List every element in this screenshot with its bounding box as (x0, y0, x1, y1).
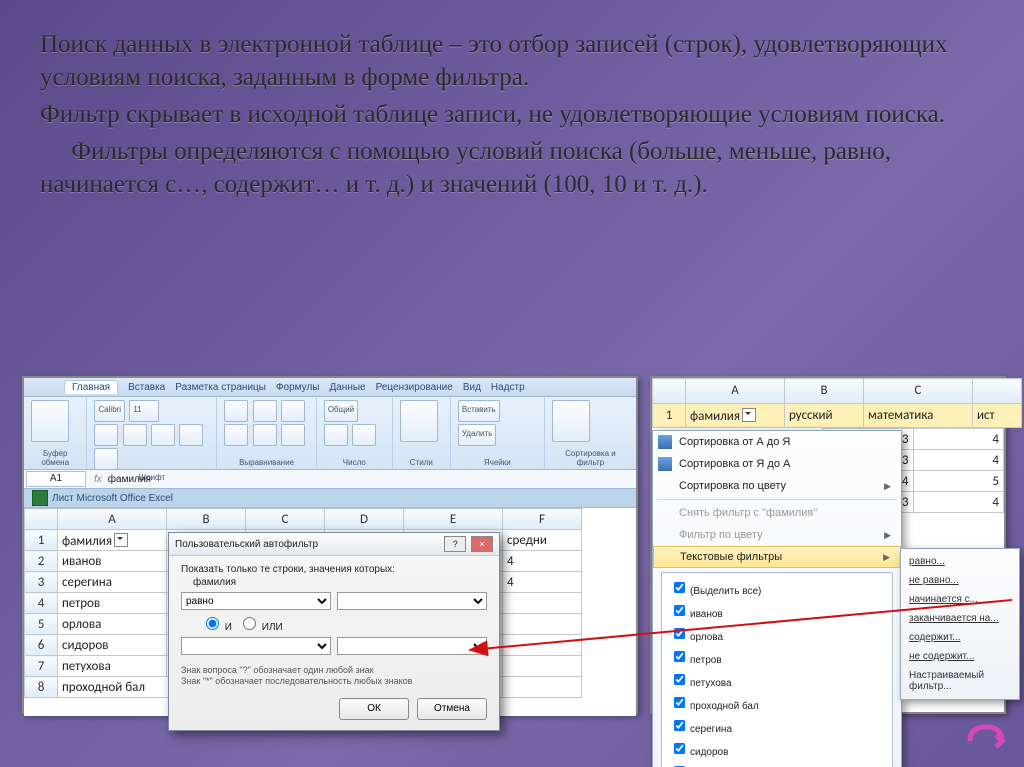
filter-begins[interactable]: начинается с... (901, 590, 1019, 609)
fill-icon[interactable] (94, 448, 118, 470)
dialog-title: Пользовательский автофильтр (175, 539, 318, 550)
tab-review[interactable]: Рецензирование (376, 382, 453, 393)
col-D[interactable]: D (325, 509, 404, 530)
help-icon[interactable]: ? (444, 536, 466, 552)
col-C[interactable]: C (246, 509, 325, 530)
return-arrow-icon[interactable] (964, 721, 1006, 757)
group-number: Число (323, 458, 386, 467)
slide-text: Поиск данных в электронной таблице – это… (40, 28, 988, 205)
condition2-val[interactable] (337, 637, 487, 655)
tab-insert[interactable]: Вставка (128, 382, 165, 393)
ribbon: Буфер обмена Calibri 11 Шрифт (24, 397, 636, 470)
col-A[interactable]: A (58, 509, 167, 530)
border-icon[interactable] (179, 424, 203, 446)
filter-by-color: Фильтр по цвету▶ (653, 524, 901, 546)
filter-custom[interactable]: Настраиваемый фильтр... (901, 666, 1019, 696)
corner-cell[interactable] (25, 509, 58, 530)
clear-filter: Снять фильтр с "фамилия" (653, 502, 901, 524)
tab-layout[interactable]: Разметка страницы (175, 382, 266, 393)
filter-values-list[interactable]: (Выделить все) иванов орлова петров пету… (661, 572, 893, 767)
hint-2: Знак "*" обозначает последовательность л… (181, 676, 487, 687)
filter-contains[interactable]: содержит... (901, 628, 1019, 647)
excel-filter-menu-screenshot: A B C 1 фамилия русский математика ист 3… (650, 376, 1006, 714)
align-mid-icon[interactable] (253, 400, 277, 422)
formula-bar: A1 fx фамилия (24, 470, 636, 489)
bold-icon[interactable] (94, 424, 118, 446)
sort-az-icon (658, 435, 672, 449)
align-center-icon[interactable] (253, 424, 277, 446)
align-bot-icon[interactable] (281, 400, 305, 422)
align-left-icon[interactable] (224, 424, 248, 446)
comma-icon[interactable] (352, 424, 376, 446)
tab-data[interactable]: Данные (329, 382, 365, 393)
filter-equals[interactable]: равно... (901, 552, 1019, 571)
dialog-subtitle: Показать только те строки, значения кото… (181, 564, 487, 575)
para-2: Фильтр скрывает в исходной таблице запис… (40, 98, 988, 131)
tab-home[interactable]: Главная (64, 380, 118, 394)
filter-dropdown-icon[interactable] (114, 533, 128, 547)
delete-cells[interactable]: Удалить (458, 424, 497, 446)
text-filters-submenu: равно... не равно... начинается с... зак… (900, 548, 1020, 700)
sort-za-icon (658, 457, 672, 471)
italic-icon[interactable] (123, 424, 147, 446)
filter-not-contains[interactable]: не содержит... (901, 647, 1019, 666)
col-B[interactable]: B (167, 509, 246, 530)
ok-button[interactable]: ОК (339, 698, 409, 720)
filter-not-equals[interactable]: не равно... (901, 571, 1019, 590)
radio-and[interactable]: И (201, 614, 232, 633)
sort-by-color[interactable]: Сортировка по цвету▶ (653, 475, 901, 497)
clear-filter-icon (658, 506, 672, 520)
excel-icon (32, 490, 48, 506)
group-cells: Ячейки (457, 458, 538, 467)
align-top-icon[interactable] (224, 400, 248, 422)
tab-addins[interactable]: Надстр (491, 382, 525, 393)
font-size[interactable]: 11 (129, 400, 159, 422)
insert-cells[interactable]: Вставить (458, 400, 500, 422)
condition1-op[interactable]: равно (181, 592, 331, 610)
custom-autofilter-dialog: Пользовательский автофильтр ? × Показать… (168, 532, 500, 731)
col-E[interactable]: E (404, 509, 503, 530)
condition2-op[interactable] (181, 637, 331, 655)
underline-icon[interactable] (151, 424, 175, 446)
close-icon[interactable]: × (471, 536, 493, 552)
hdr-lastname: фамилия (62, 534, 112, 549)
ribbon-tabs: Главная Вставка Разметка страницы Формул… (24, 378, 636, 397)
group-sort: Сортировка и фильтр (551, 449, 630, 467)
dialog-field: фамилия (181, 577, 487, 588)
tab-formulas[interactable]: Формулы (276, 382, 320, 393)
corner-cell[interactable] (653, 379, 686, 404)
hint-1: Знак вопроса "?" обозначает один любой з… (181, 665, 487, 676)
fx-icon[interactable]: fx (88, 474, 108, 485)
cancel-button[interactable]: Отмена (417, 698, 487, 720)
name-box[interactable]: A1 (26, 471, 86, 487)
styles-icon[interactable] (400, 400, 438, 442)
sort-az[interactable]: Сортировка от А до Я (653, 431, 901, 453)
excel-main-screenshot: Главная Вставка Разметка страницы Формул… (22, 376, 638, 714)
filter-dropdown-icon[interactable] (742, 408, 756, 422)
radio-or[interactable]: ИЛИ (238, 614, 283, 633)
align-right-icon[interactable] (281, 424, 305, 446)
font-family[interactable]: Calibri (94, 400, 125, 422)
formula-input[interactable]: фамилия (108, 474, 151, 485)
para-3: Фильтры определяются с помощью условий п… (40, 135, 988, 201)
para-1: Поиск данных в электронной таблице – это… (40, 28, 988, 94)
paste-icon[interactable] (31, 400, 69, 442)
number-format[interactable]: Общий (324, 400, 358, 422)
tab-view[interactable]: Вид (463, 382, 481, 393)
sort-filter-icon[interactable] (552, 400, 590, 442)
autofilter-menu: Сортировка от А до Я Сортировка от Я до … (652, 430, 902, 767)
sort-za[interactable]: Сортировка от Я до А (653, 453, 901, 475)
group-clipboard: Буфер обмена (30, 449, 80, 467)
col-F[interactable]: F (503, 509, 582, 530)
group-align: Выравнивание (223, 458, 309, 467)
percent-icon[interactable] (324, 424, 348, 446)
group-styles: Стили (399, 458, 444, 467)
doc-window-title: Лист Microsoft Office Excel (24, 489, 636, 508)
text-filters[interactable]: Текстовые фильтры▶ (653, 546, 901, 568)
condition1-val[interactable] (337, 592, 487, 610)
filter-ends[interactable]: заканчивается на... (901, 609, 1019, 628)
